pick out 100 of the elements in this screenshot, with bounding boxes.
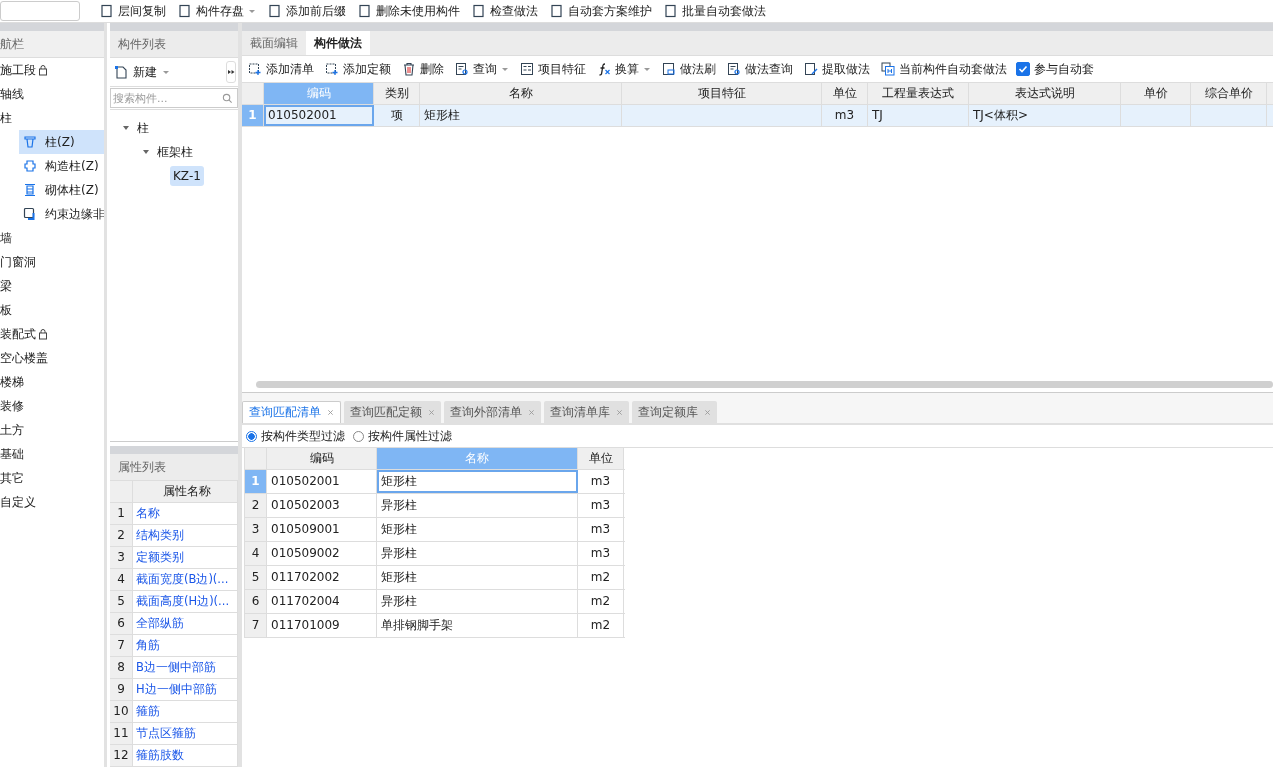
property-name[interactable]: B边一侧中部筋 <box>133 657 238 678</box>
column-header[interactable]: 工程量表达式 <box>868 83 969 104</box>
new-button[interactable]: 新建 <box>114 63 170 81</box>
table-cell: m3 <box>578 542 624 565</box>
tree-item[interactable]: 柱 <box>134 116 152 140</box>
filter-radio[interactable]: 按构件类型过滤 <box>246 427 345 445</box>
expand-arrow-icon[interactable] <box>142 148 150 156</box>
nav-item[interactable]: 空心楼盖 <box>0 346 104 370</box>
column-header[interactable]: 单价 <box>1121 83 1191 104</box>
nav-item[interactable]: 砌体柱(Z) <box>19 178 104 202</box>
nav-item[interactable]: 楼梯 <box>0 370 104 394</box>
toolbar-button[interactable]: 做法查询 <box>727 60 793 78</box>
toolbar-button[interactable]: 查询 <box>455 60 509 78</box>
puzzle-icon <box>23 159 37 173</box>
panel-title: 构件列表 <box>110 31 238 58</box>
close-icon[interactable] <box>327 409 334 416</box>
toolbar-button[interactable]: 换算 <box>597 60 651 78</box>
expand-button[interactable] <box>226 61 236 83</box>
toolbar-button[interactable]: 删除未使用构件 <box>358 2 460 20</box>
table-cell: m3 <box>578 470 624 493</box>
nav-item[interactable]: 施工段 <box>0 58 104 82</box>
tab[interactable]: 查询匹配定额 <box>344 401 441 423</box>
tab[interactable]: 构件做法 <box>306 31 370 55</box>
nav-item[interactable]: 柱 <box>0 106 104 130</box>
toolbar-button[interactable]: 自动套方案维护 <box>550 2 652 20</box>
toolbar-button[interactable]: 构件存盘 <box>178 2 256 20</box>
row-number: 1 <box>245 470 267 493</box>
property-name[interactable]: 截面宽度(B边)(... <box>133 569 238 590</box>
property-name[interactable]: 定额类别 <box>133 547 238 568</box>
property-name[interactable]: 角筋 <box>133 635 238 656</box>
nav-item[interactable]: 土方 <box>0 418 104 442</box>
toolbar-button[interactable]: 做法刷 <box>662 60 716 78</box>
nav-item[interactable]: 其它 <box>0 466 104 490</box>
toolbar-button[interactable]: 检查做法 <box>472 2 538 20</box>
toolbar-button[interactable]: 当前构件自动套做法 <box>881 60 1007 78</box>
tab[interactable]: 查询匹配清单 <box>242 401 341 423</box>
property-name[interactable]: H边一侧中部筋 <box>133 679 238 700</box>
nav-item[interactable]: 构造柱(Z) <box>19 154 104 178</box>
toolbar-button[interactable]: 提取做法 <box>804 60 870 78</box>
tree-item[interactable]: 框架柱 <box>154 140 196 164</box>
checkbox[interactable] <box>1016 62 1030 76</box>
property-name[interactable]: 名称 <box>133 503 238 524</box>
row-number: 1 <box>110 503 133 524</box>
column-header[interactable]: 表达式说明 <box>969 83 1121 104</box>
close-icon[interactable] <box>428 408 435 416</box>
property-name[interactable]: 节点区箍筋 <box>133 723 238 744</box>
toolbar-button[interactable]: 添加定额 <box>325 60 391 78</box>
column-header[interactable]: 类别 <box>374 83 420 104</box>
column-header[interactable]: 名称 <box>420 83 622 104</box>
tab[interactable]: 截面编辑 <box>242 31 306 55</box>
toolbar-button[interactable]: 添加前后缀 <box>268 2 346 20</box>
tab[interactable]: 查询外部清单 <box>444 401 541 423</box>
toolbar-button[interactable]: 项目特征 <box>520 60 586 78</box>
nav-item[interactable]: 约束边缘非 <box>19 202 104 226</box>
property-name[interactable]: 结构类别 <box>133 525 238 546</box>
nav-item[interactable]: 柱(Z) <box>19 130 104 154</box>
property-name[interactable]: 全部纵筋 <box>133 613 238 634</box>
close-icon[interactable] <box>704 408 711 416</box>
nav-item[interactable]: 墙 <box>0 226 104 250</box>
column-header[interactable]: 项目特征 <box>622 83 822 104</box>
radio-button[interactable] <box>246 430 257 442</box>
close-icon[interactable] <box>528 408 535 416</box>
tree-item[interactable]: KZ-1 <box>170 166 204 186</box>
toolbar-button[interactable]: 删除 <box>402 60 444 78</box>
floor-dropdown[interactable] <box>0 1 80 21</box>
nav-item[interactable]: 装修 <box>0 394 104 418</box>
close-icon[interactable] <box>616 408 623 416</box>
auto-checkbox[interactable]: 参与自动套 <box>1016 60 1094 78</box>
row-number: 2 <box>110 525 133 546</box>
toolbar-button[interactable]: 批量自动套做法 <box>664 2 766 20</box>
nav-item[interactable]: 门窗洞 <box>0 250 104 274</box>
row-number: 8 <box>110 657 133 678</box>
property-name[interactable]: 截面高度(H边)(... <box>133 591 238 612</box>
toolbar-button[interactable]: 层间复制 <box>100 2 166 20</box>
nav-item[interactable]: 自定义 <box>0 490 104 514</box>
column-header[interactable]: 单位 <box>578 448 624 469</box>
tab[interactable]: 查询清单库 <box>544 401 629 423</box>
document-icon <box>268 4 282 18</box>
table-cell: 011701009 <box>267 614 377 637</box>
row-number: 5 <box>110 591 133 612</box>
column-header[interactable]: 编码 <box>267 448 377 469</box>
tab[interactable]: 查询定额库 <box>632 401 717 423</box>
row-number: 9 <box>110 679 133 700</box>
double-arrow-icon <box>227 68 235 76</box>
column-header[interactable]: 综合单价 <box>1191 83 1267 104</box>
scrollbar[interactable] <box>256 381 1273 388</box>
search-field[interactable]: 搜索构件... <box>110 88 238 108</box>
nav-item[interactable]: 轴线 <box>0 82 104 106</box>
nav-item[interactable]: 基础 <box>0 442 104 466</box>
toolbar-button[interactable]: 添加清单 <box>248 60 314 78</box>
table-cell: m3 <box>578 494 624 517</box>
filter-radio[interactable]: 按构件属性过滤 <box>353 427 452 445</box>
property-name[interactable]: 箍筋 <box>133 701 238 722</box>
table-cell: TJ<体积> <box>969 105 1121 126</box>
nav-item[interactable]: 装配式 <box>0 322 104 346</box>
expand-arrow-icon[interactable] <box>122 124 130 132</box>
nav-item[interactable]: 梁 <box>0 274 104 298</box>
property-name[interactable]: 箍筋肢数 <box>133 745 238 766</box>
nav-item[interactable]: 板 <box>0 298 104 322</box>
column-header[interactable]: 单位 <box>822 83 868 104</box>
